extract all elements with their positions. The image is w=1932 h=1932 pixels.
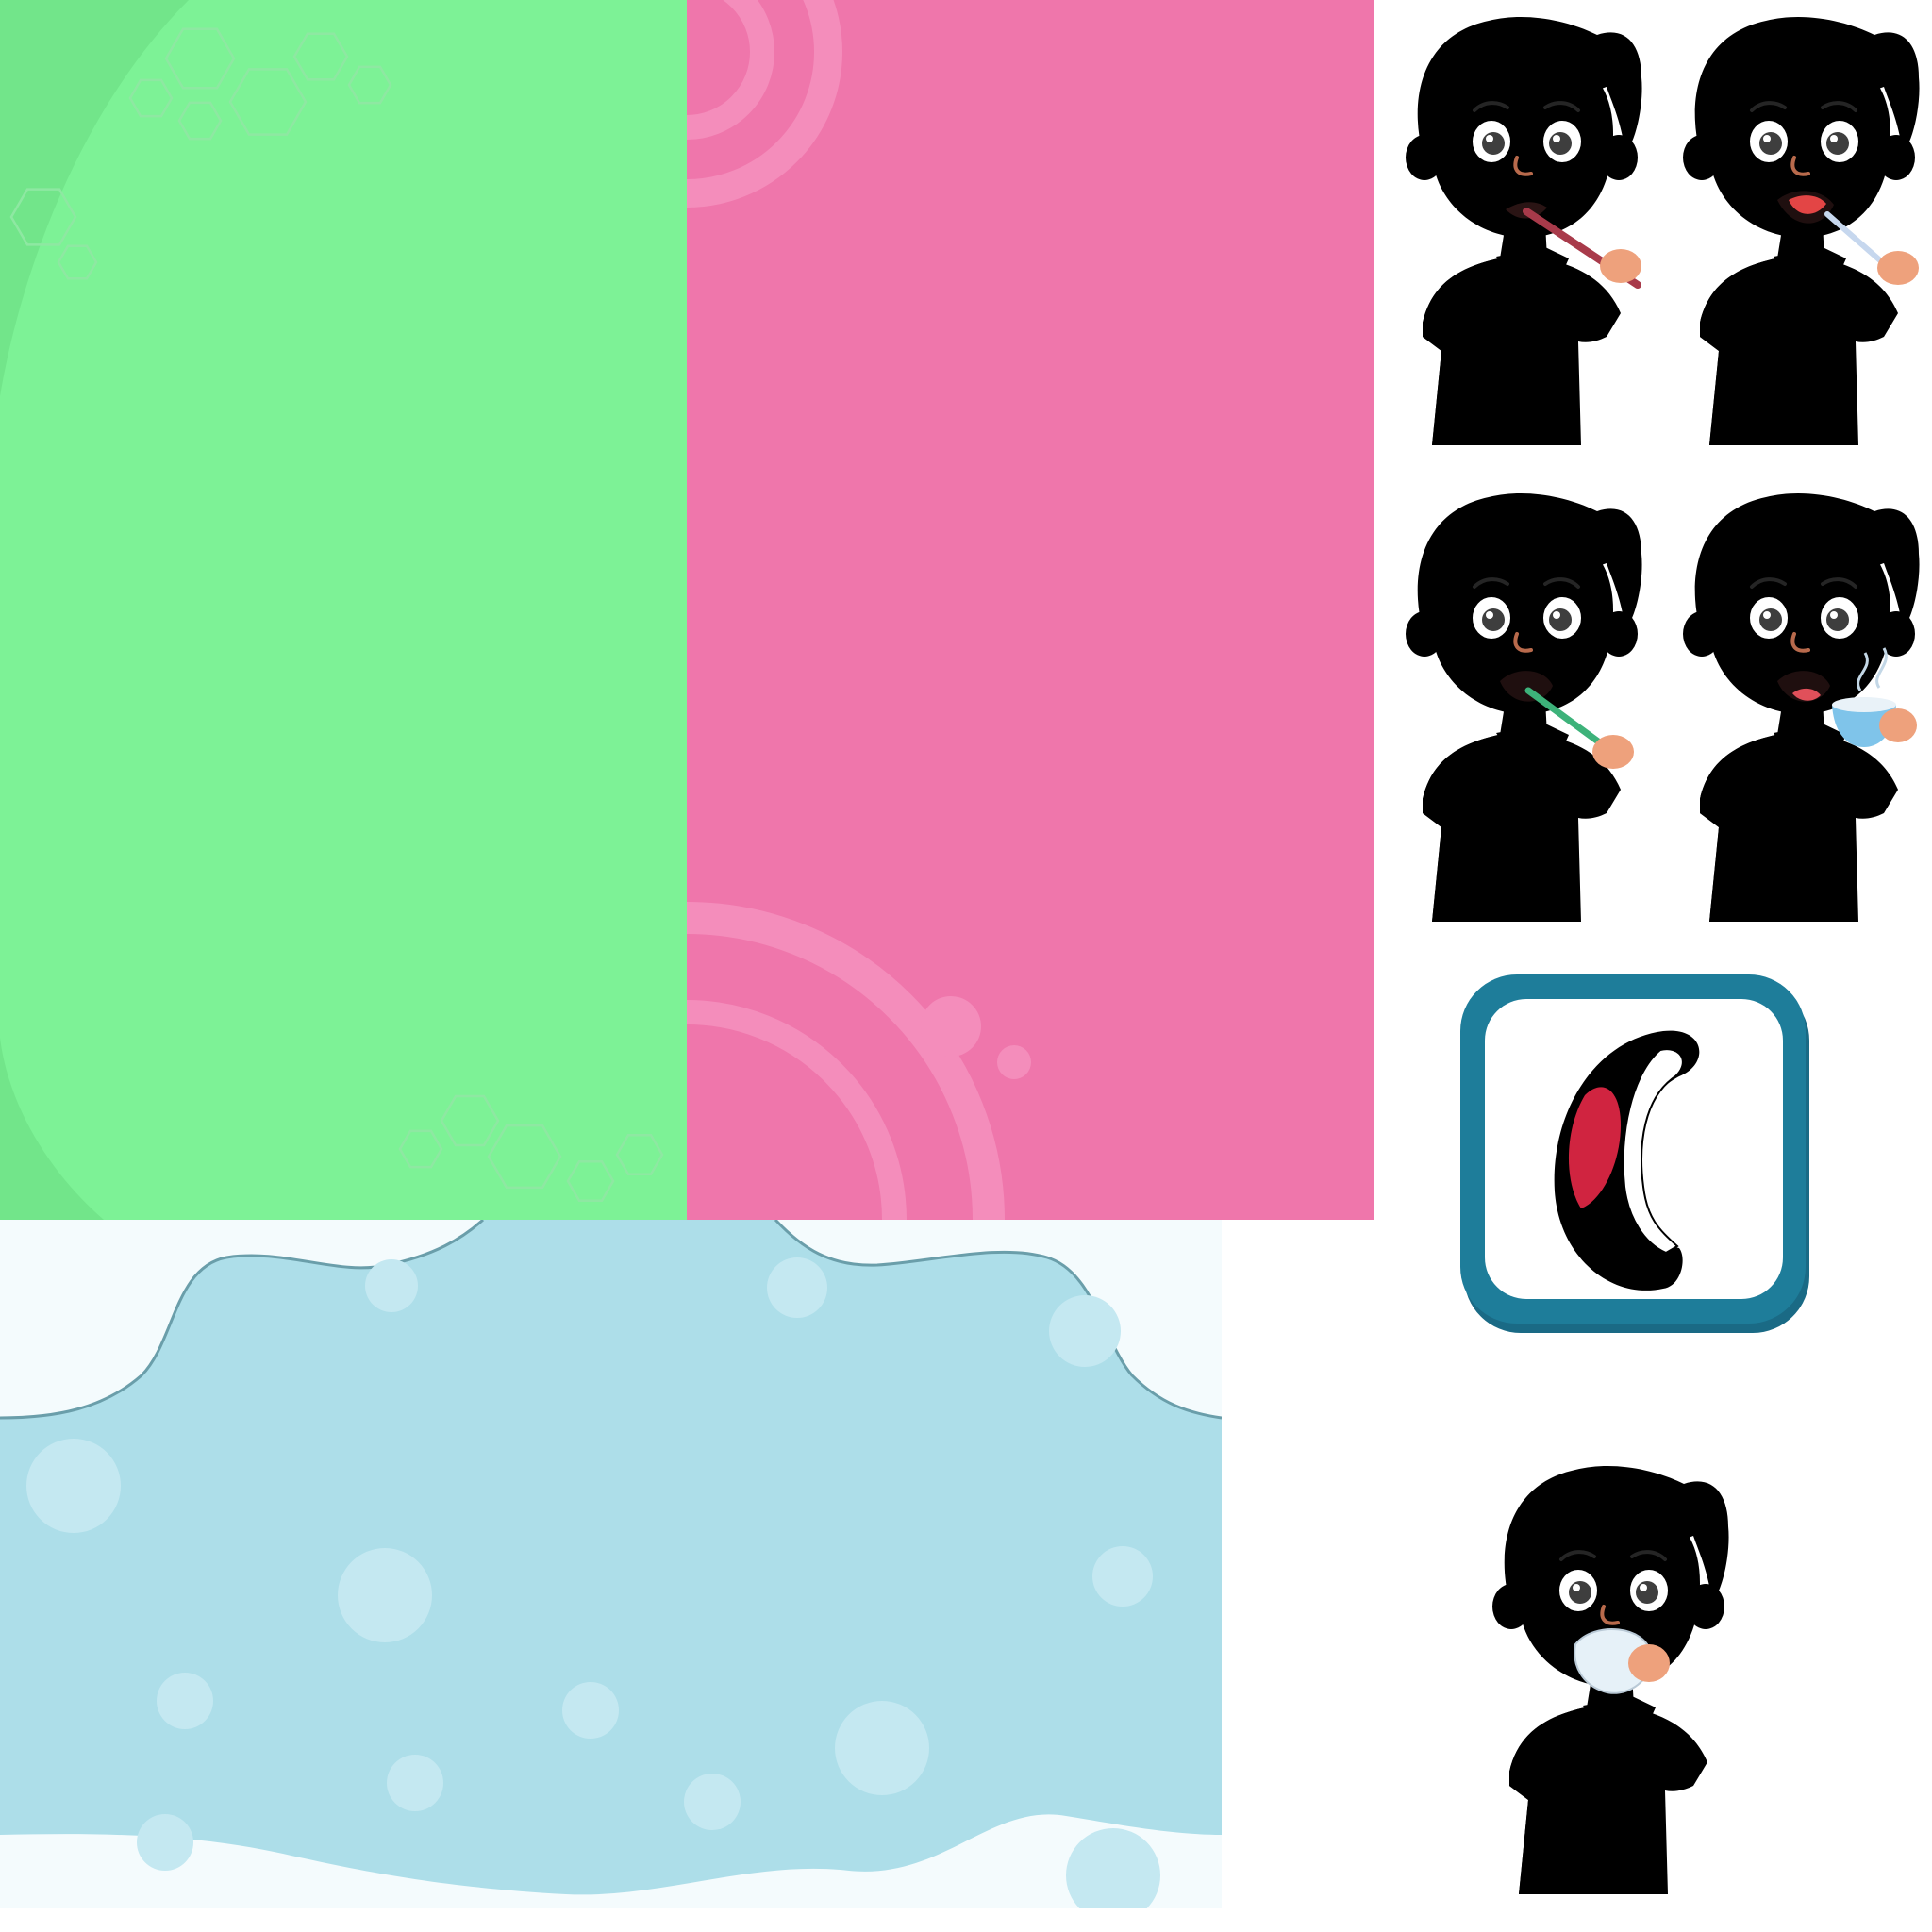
bubble [387,1755,443,1811]
boy-yellow-shirt: .c3 .shirt{fill:#ebd03c} .c3 .shirt-dark… [1672,488,1926,941]
blue-panel [0,1220,1222,1908]
bubble [562,1682,619,1739]
pink-panel [687,0,1374,1220]
mouth-icon [1460,974,1811,1335]
pink-dot-large [921,996,981,1057]
bubble [338,1548,432,1642]
bubble [835,1701,929,1795]
bubble [365,1259,418,1312]
green-panel-bg [0,0,687,1220]
boy-purple-shirt: .c4 .shirt{fill:#c364a9} .c4 .shirt-dark… [1481,1460,1736,1913]
blue-panel-body [0,1220,1222,1895]
bubble [137,1814,193,1871]
boy-pink-shirt: .c2 .shirt{fill:#ef5f7c} .c2 .shirt-dark… [1394,488,1649,941]
bubble [26,1439,121,1533]
boy-blue-shirt: .c1 .shirt{fill:#7ed2e6} .c1 .shirt-dark… [1672,11,1926,464]
bubble [157,1673,213,1729]
boy-green-shirt: .c0 .shirt{fill:#62bd63} .c0 .shirt-dark… [1394,11,1649,464]
green-panel [0,0,687,1220]
bubble [1049,1295,1121,1367]
pink-dot-small [997,1045,1031,1079]
bubble [684,1774,741,1830]
bubble [1092,1546,1153,1607]
bubble [767,1257,827,1318]
